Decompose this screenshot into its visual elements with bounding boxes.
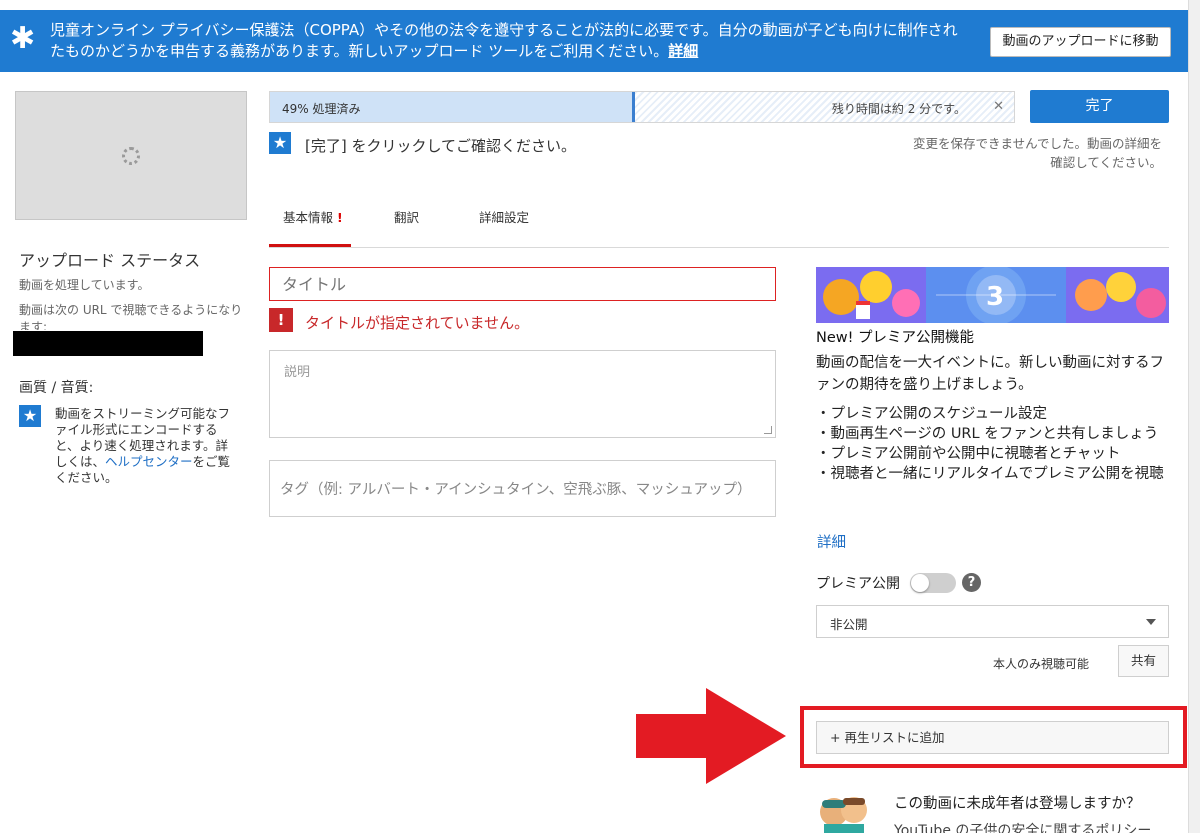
banner-message: 児童オンライン プライバシー保護法（COPPA）やその他の法令を遵守することが法… xyxy=(50,20,970,62)
redacted-url xyxy=(13,331,203,356)
list-item: ・プレミア公開のスケジュール設定 xyxy=(816,406,1047,422)
premiere-toggle-label: プレミア公開 xyxy=(816,576,900,592)
processing-status: 動画を処理しています。 xyxy=(19,278,150,292)
children-icon xyxy=(820,797,867,833)
quality-tip: 動画をストリーミング可能なファイル形式にエンコードすると、より速く処理されます。… xyxy=(55,406,233,486)
video-url-note: 動画は次の URL で視聴できるようになります: xyxy=(19,303,243,330)
save-error-message: 変更を保存できませんでした。動画の詳細を確認してください。 xyxy=(912,136,1162,170)
tabs-divider xyxy=(269,247,1169,248)
star-icon: ✱ xyxy=(10,21,36,56)
close-icon[interactable]: ✕ xyxy=(993,99,1004,114)
kids-illustration xyxy=(816,790,870,833)
annotation-arrow-icon xyxy=(636,688,786,784)
premiere-details-link[interactable]: 詳細 xyxy=(817,531,846,552)
add-to-playlist-button[interactable]: + 再生リストに追加 xyxy=(816,721,1169,754)
tab-basic-label: 基本情報 xyxy=(283,210,334,225)
star-icon: ★ xyxy=(269,132,291,154)
confirm-message: [完了] をクリックしてご確認ください。 xyxy=(305,137,577,155)
quality-label: 画質 / 音質: xyxy=(19,380,94,396)
help-center-link[interactable]: ヘルプセンター xyxy=(105,454,193,469)
time-remaining: 残り時間は約 2 分です。 xyxy=(831,102,966,116)
list-item: ・プレミア公開前や公開中に視聴者とチャット xyxy=(816,446,1121,462)
coppa-banner: ✱ 児童オンライン プライバシー保護法（COPPA）やその他の法令を遵守すること… xyxy=(0,10,1188,72)
tab-advanced-settings[interactable]: 詳細設定 xyxy=(479,207,529,226)
banner-text: 児童オンライン プライバシー保護法（COPPA）やその他の法令を遵守することが法… xyxy=(50,21,958,60)
privacy-note: 本人のみ視聴可能 xyxy=(993,657,1090,671)
premiere-toggle[interactable] xyxy=(910,573,956,593)
title-input[interactable] xyxy=(269,267,776,301)
list-item: ・動画再生ページの URL をファンと共有しましょう xyxy=(816,426,1159,442)
banner-details-link[interactable]: 詳細 xyxy=(668,42,698,60)
resize-handle-icon[interactable] xyxy=(764,426,772,434)
description-placeholder: 説明 xyxy=(284,365,311,380)
tags-placeholder: タグ（例: アルバート・アインシュタイン、空飛ぶ豚、マッシュアップ） xyxy=(280,482,752,498)
upload-status-title: アップロード ステータス xyxy=(19,251,201,270)
scrollbar[interactable] xyxy=(1188,0,1200,833)
premiere-title: New! プレミア公開機能 xyxy=(816,330,975,346)
chevron-down-icon xyxy=(1146,619,1156,625)
error-exclamation-icon: ! xyxy=(337,210,343,225)
child-safety-policy: YouTube の子供の安全に関するポリシー xyxy=(894,823,1152,833)
privacy-value: 非公開 xyxy=(830,617,868,632)
list-item: ・視聴者と一緒にリアルタイムでプレミア公開を視聴 xyxy=(816,466,1164,482)
privacy-select[interactable]: 非公開 xyxy=(816,605,1169,638)
video-thumbnail xyxy=(15,91,247,220)
error-icon: ! xyxy=(269,308,293,332)
toggle-knob xyxy=(911,574,929,592)
title-error-message: タイトルが指定されていません。 xyxy=(305,314,530,332)
svg-text:3: 3 xyxy=(986,282,1004,312)
upload-progress-bar: 49% 処理済み 残り時間は約 2 分です。 ✕ xyxy=(269,91,1015,123)
minors-question: この動画に未成年者は登場しますか？ xyxy=(894,796,1141,812)
help-icon[interactable]: ? xyxy=(962,573,981,592)
done-button[interactable]: 完了 xyxy=(1030,90,1169,123)
share-button[interactable]: 共有 xyxy=(1118,645,1169,677)
premiere-promo-banner: 3 xyxy=(816,267,1169,323)
tab-translation[interactable]: 翻訳 xyxy=(394,207,419,226)
premiere-description: 動画の配信を一大イベントに。新しい動画に対するファンの期待を盛り上げましょう。 xyxy=(816,355,1164,393)
description-textarea[interactable]: 説明 xyxy=(269,350,776,438)
premiere-feature-list: ・プレミア公開のスケジュール設定 ・動画再生ページの URL をファンと共有しま… xyxy=(816,404,1171,484)
loading-spinner-icon xyxy=(122,147,140,165)
star-icon: ★ xyxy=(19,405,41,427)
premiere-illustration: 3 xyxy=(816,267,1169,323)
move-to-upload-button[interactable]: 動画のアップロードに移動 xyxy=(990,27,1171,57)
progress-label: 49% 処理済み xyxy=(282,102,361,116)
tab-basic-info[interactable]: 基本情報! xyxy=(283,207,343,226)
tags-input[interactable]: タグ（例: アルバート・アインシュタイン、空飛ぶ豚、マッシュアップ） xyxy=(269,460,776,517)
